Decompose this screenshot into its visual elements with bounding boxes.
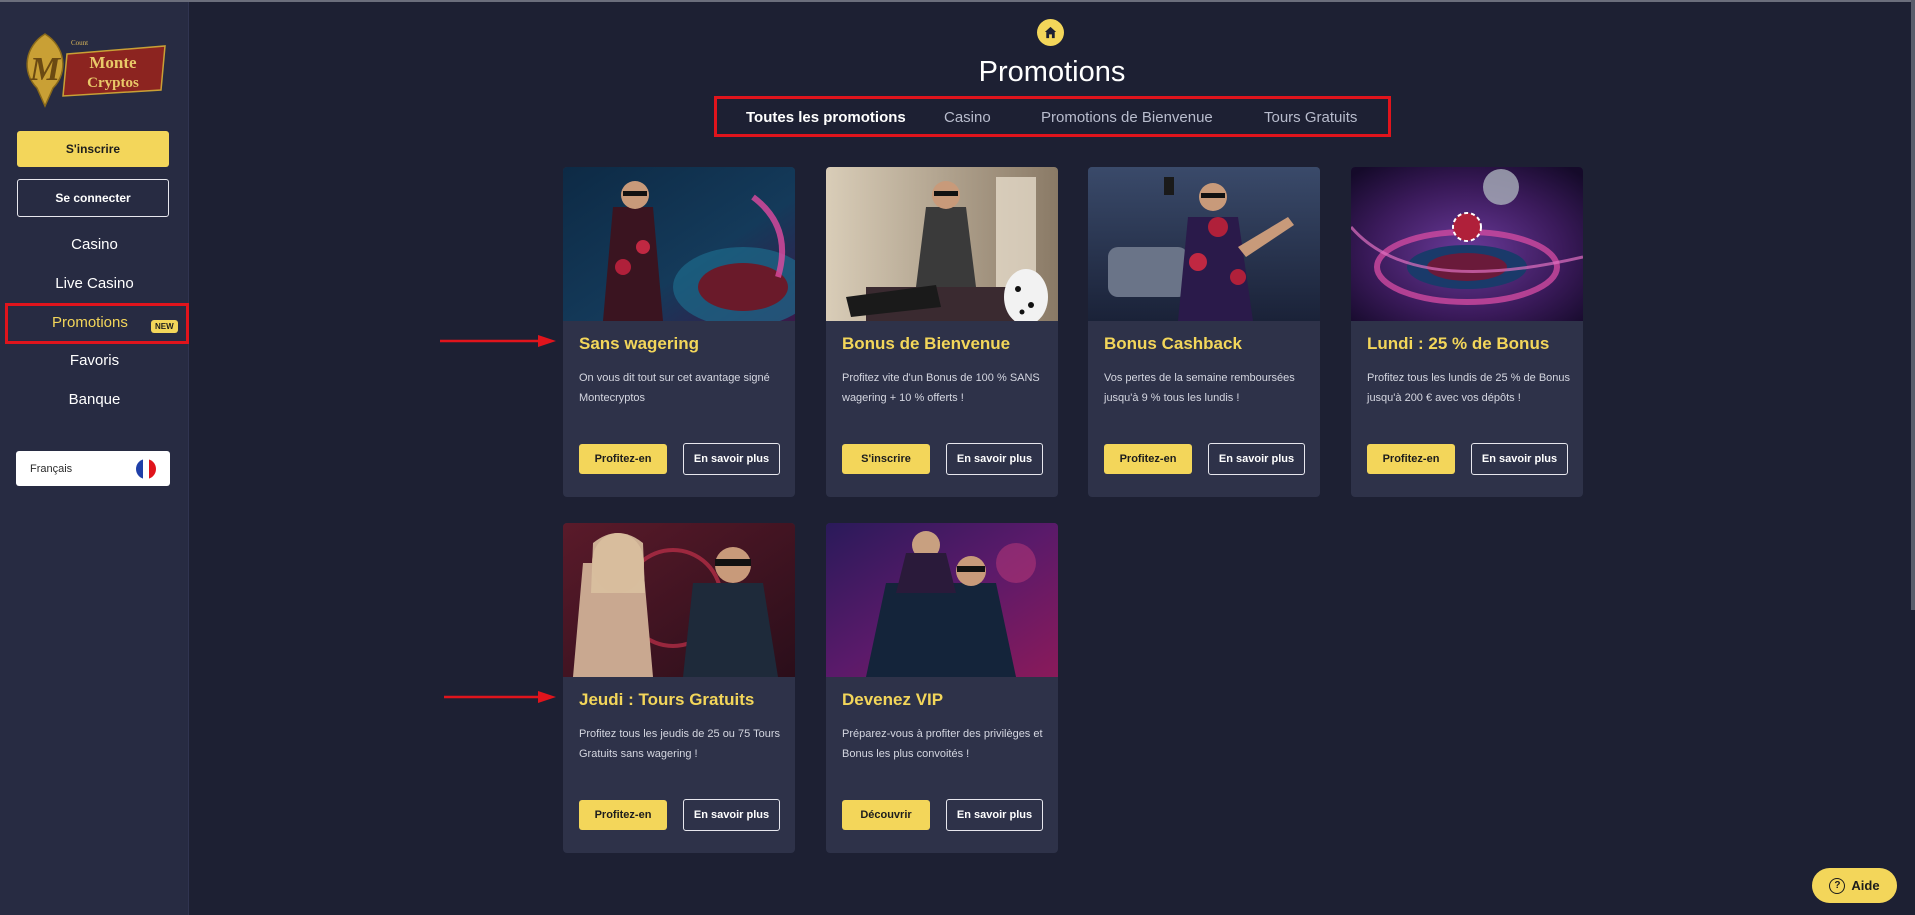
en-savoir-plus-button[interactable]: En savoir plus (1471, 443, 1568, 475)
signup-button[interactable]: S'inscrire (17, 131, 169, 167)
promo-image (826, 523, 1058, 677)
language-label: Français (30, 462, 73, 475)
card-description: On vous dit tout sur cet avantage signé … (579, 372, 770, 404)
top-border (0, 0, 1915, 2)
profitez-en-button[interactable]: Profitez-en (579, 444, 667, 474)
card-description: Profitez vite d'un Bonus de 100 % SANS w… (842, 372, 1040, 404)
card-description: Profitez tous les jeudis de 25 ou 75 Tou… (579, 728, 780, 760)
sidebar-item-promotions-label[interactable]: Promotions (52, 314, 128, 331)
profitez-en-button[interactable]: Profitez-en (579, 800, 667, 830)
card-title: Devenez VIP (842, 690, 944, 709)
help-label: Aide (1851, 878, 1880, 893)
card-title: Jeudi : Tours Gratuits (579, 690, 755, 709)
inscrire-button[interactable]: S'inscrire (842, 444, 930, 474)
promo-card-devenez-vip: Devenez VIP Préparez-vous à profiter des… (826, 523, 1058, 853)
login-button[interactable]: Se connecter (17, 179, 169, 217)
tab-promotions-de-bienvenue[interactable]: Promotions de Bienvenue (1041, 109, 1213, 126)
promo-image (826, 167, 1058, 321)
sidebar: M Count Monte Cryptos S'inscrire Se conn… (0, 2, 189, 915)
promo-image (563, 523, 795, 677)
home-icon[interactable] (1037, 19, 1064, 46)
annotation-arrow (444, 691, 556, 703)
promo-card-bonus-cashback: Bonus Cashback Vos pertes de la semaine … (1088, 167, 1320, 497)
question-icon: ? (1829, 877, 1846, 894)
en-savoir-plus-button[interactable]: En savoir plus (1208, 443, 1305, 475)
card-title: Bonus de Bienvenue (842, 334, 1011, 353)
tab-toutes-les-promotions[interactable]: Toutes les promotions (746, 109, 906, 126)
promo-image (563, 167, 795, 321)
promo-image (1088, 167, 1320, 321)
sidebar-item-casino[interactable]: Casino (0, 236, 189, 253)
svg-text:Count: Count (71, 39, 88, 47)
card-description: Profitez tous les lundis de 25 % de Bonu… (1367, 372, 1571, 404)
language-selector[interactable]: Français (16, 451, 170, 486)
decouvrir-button[interactable]: Découvrir (842, 800, 930, 830)
help-button[interactable]: ? Aide (1812, 868, 1897, 903)
promo-card-bonus-de-bienvenue: Bonus de Bienvenue Profitez vite d'un Bo… (826, 167, 1058, 497)
promo-card-lundi-bonus: Lundi : 25 % de Bonus Profitez tous les … (1351, 167, 1583, 497)
card-description: Vos pertes de la semaine remboursées jus… (1104, 372, 1295, 404)
tab-tours-gratuits[interactable]: Tours Gratuits (1264, 109, 1357, 126)
new-badge: NEW (151, 320, 178, 333)
tab-casino[interactable]: Casino (944, 109, 991, 126)
card-title: Bonus Cashback (1104, 334, 1242, 353)
card-description: Préparez-vous à profiter des privilèges … (842, 728, 1043, 760)
promo-card-sans-wagering: Sans wagering On vous dit tout sur cet a… (563, 167, 795, 497)
annotation-arrow (440, 335, 556, 347)
sidebar-item-banque[interactable]: Banque (0, 391, 189, 408)
sidebar-item-live-casino[interactable]: Live Casino (0, 275, 189, 292)
france-flag-icon (136, 458, 156, 479)
promo-card-jeudi-tours-gratuits: Jeudi : Tours Gratuits Profitez tous les… (563, 523, 795, 853)
page-title: Promotions (978, 56, 1126, 88)
promo-image (1351, 167, 1583, 321)
profitez-en-button[interactable]: Profitez-en (1104, 444, 1192, 474)
en-savoir-plus-button[interactable]: En savoir plus (683, 799, 780, 831)
en-savoir-plus-button[interactable]: En savoir plus (683, 443, 780, 475)
promo-tabs: Toutes les promotions Casino Promotions … (714, 96, 1391, 137)
profitez-en-button[interactable]: Profitez-en (1367, 444, 1455, 474)
en-savoir-plus-button[interactable]: En savoir plus (946, 443, 1043, 475)
sidebar-item-favoris[interactable]: Favoris (0, 352, 189, 369)
card-title: Lundi : 25 % de Bonus (1367, 334, 1550, 353)
card-title: Sans wagering (579, 334, 699, 353)
scrollbar[interactable] (1911, 0, 1915, 610)
en-savoir-plus-button[interactable]: En savoir plus (946, 799, 1043, 831)
